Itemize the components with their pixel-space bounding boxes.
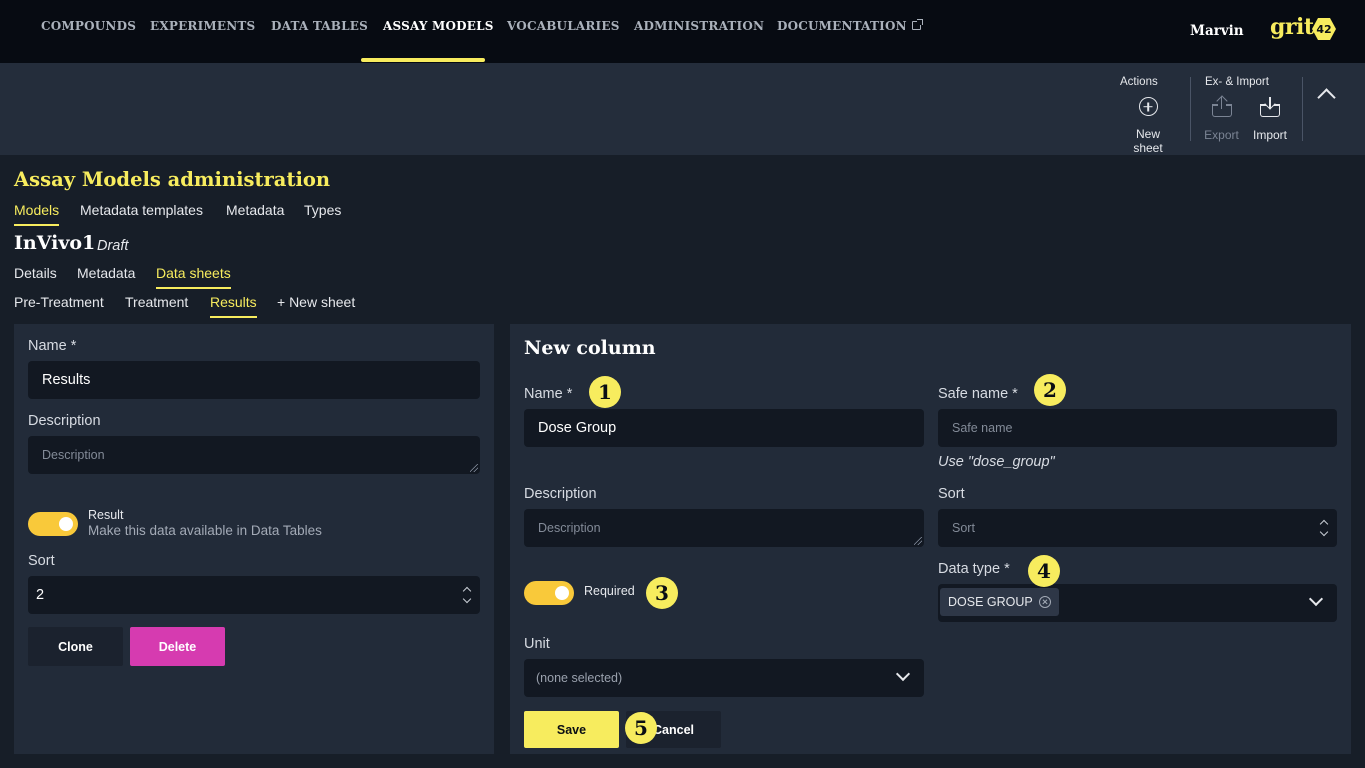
callout-2: 2: [1034, 374, 1066, 406]
tab-pre-treatment[interactable]: Pre-Treatment: [14, 294, 104, 310]
model-name: InVivo1: [14, 232, 96, 254]
nav-experiments[interactable]: EXPERIMENTS: [150, 19, 255, 63]
unit-label: Unit: [524, 636, 550, 652]
sheet-name-label: Name *: [28, 338, 77, 354]
unit-select[interactable]: (none selected): [524, 659, 924, 697]
sheet-description-placeholder: Description: [42, 448, 105, 462]
logo-text: grit: [1270, 14, 1314, 40]
toolbar-divider: [1190, 77, 1191, 141]
actions-group-label: Actions: [1120, 76, 1158, 88]
data-type-chip-label: DOSE GROUP: [948, 595, 1033, 609]
column-name-input[interactable]: Dose Group: [524, 409, 924, 447]
tab-new-sheet[interactable]: + New sheet: [277, 294, 355, 310]
top-nav: COMPOUNDS EXPERIMENTS DATA TABLES ASSAY …: [0, 0, 1365, 63]
resize-grip-icon[interactable]: [470, 464, 478, 472]
plus-circle-icon: [1138, 97, 1158, 116]
callout-5: 5: [625, 712, 657, 744]
nav-documentation-label: DOCUMENTATION: [777, 19, 907, 33]
column-sort-placeholder: Sort: [952, 521, 975, 535]
sheet-description-input[interactable]: Description: [28, 436, 480, 474]
clone-button[interactable]: Clone: [28, 627, 123, 666]
result-toggle-hint: Make this data available in Data Tables: [88, 523, 322, 538]
tab-model-metadata[interactable]: Metadata: [77, 265, 135, 281]
unit-select-value: (none selected): [536, 671, 623, 685]
new-sheet-label: New sheet: [1133, 127, 1163, 155]
sheet-description-label: Description: [28, 413, 101, 429]
resize-grip-icon[interactable]: [914, 537, 922, 545]
model-status: Draft: [97, 238, 129, 254]
nav-vocabularies[interactable]: VOCABULARIES: [507, 19, 620, 63]
column-sort-label: Sort: [938, 486, 965, 502]
page-title: Assay Models administration: [14, 168, 331, 191]
result-toggle[interactable]: [28, 512, 78, 536]
chevron-down-icon: [1308, 591, 1324, 607]
safe-name-label: Safe name *: [938, 386, 1018, 402]
column-description-input[interactable]: Description: [524, 509, 924, 547]
data-type-chip: DOSE GROUP: [940, 588, 1059, 616]
callout-1: 1: [589, 376, 621, 408]
sheet-sort-input[interactable]: 2: [28, 576, 480, 614]
import-button[interactable]: Import: [1251, 97, 1289, 142]
new-sheet-button[interactable]: New sheet: [1120, 97, 1176, 155]
tab-types[interactable]: Types: [304, 202, 341, 218]
ex-import-group-label: Ex- & Import: [1205, 76, 1269, 88]
sheet-sort-label: Sort: [28, 553, 55, 569]
nav-compounds[interactable]: COMPOUNDS: [41, 19, 136, 63]
delete-button[interactable]: Delete: [130, 627, 225, 666]
data-type-label: Data type *: [938, 561, 1010, 577]
chevron-down-icon: [895, 666, 911, 682]
save-button[interactable]: Save: [524, 711, 619, 748]
column-form-title: New column: [524, 337, 656, 359]
tab-metadata[interactable]: Metadata: [226, 202, 284, 218]
required-toggle[interactable]: [524, 581, 574, 605]
column-name-label: Name *: [524, 386, 573, 402]
required-toggle-label: Required: [584, 584, 635, 598]
nav-assay-models[interactable]: ASSAY MODELS: [383, 19, 494, 63]
column-description-placeholder: Description: [538, 521, 601, 535]
collapse-toolbar-icon[interactable]: [1316, 87, 1338, 101]
tab-data-sheets[interactable]: Data sheets: [156, 265, 231, 289]
callout-4: 4: [1028, 555, 1060, 587]
callout-3: 3: [646, 577, 678, 609]
tab-results[interactable]: Results: [210, 294, 257, 318]
import-label: Import: [1252, 128, 1287, 142]
sheet-sort-value: 2: [36, 587, 45, 603]
sheet-name-input[interactable]: Results: [28, 361, 480, 399]
logo-badge: 42: [1312, 18, 1336, 40]
remove-chip-icon[interactable]: [1038, 596, 1051, 608]
stepper-icon[interactable]: [1319, 519, 1329, 537]
download-icon: [1259, 97, 1281, 117]
tab-metadata-templates[interactable]: Metadata templates: [80, 202, 203, 218]
safe-name-input[interactable]: Safe name: [938, 409, 1337, 447]
export-button[interactable]: Export: [1203, 95, 1240, 142]
column-sort-input[interactable]: Sort: [938, 509, 1337, 547]
export-label: Export: [1204, 128, 1239, 142]
result-toggle-label: Result: [88, 508, 124, 522]
nav-data-tables[interactable]: DATA TABLES: [271, 19, 368, 63]
tab-treatment[interactable]: Treatment: [125, 294, 188, 310]
nav-active-indicator: [361, 58, 485, 62]
external-link-icon: [911, 19, 923, 30]
toolbar: Actions New sheet Ex- & Import Export Im…: [0, 63, 1365, 155]
stepper-icon[interactable]: [462, 586, 472, 604]
column-description-label: Description: [524, 486, 597, 502]
upload-icon: [1211, 95, 1233, 117]
tab-details[interactable]: Details: [14, 265, 57, 281]
toolbar-divider: [1302, 77, 1303, 141]
nav-administration[interactable]: ADMINISTRATION: [634, 19, 764, 63]
tab-models[interactable]: Models: [14, 202, 60, 226]
user-menu[interactable]: Marvin: [1190, 23, 1244, 39]
safe-name-hint: Use "dose_group": [938, 454, 1055, 470]
nav-documentation[interactable]: DOCUMENTATION: [777, 19, 923, 63]
